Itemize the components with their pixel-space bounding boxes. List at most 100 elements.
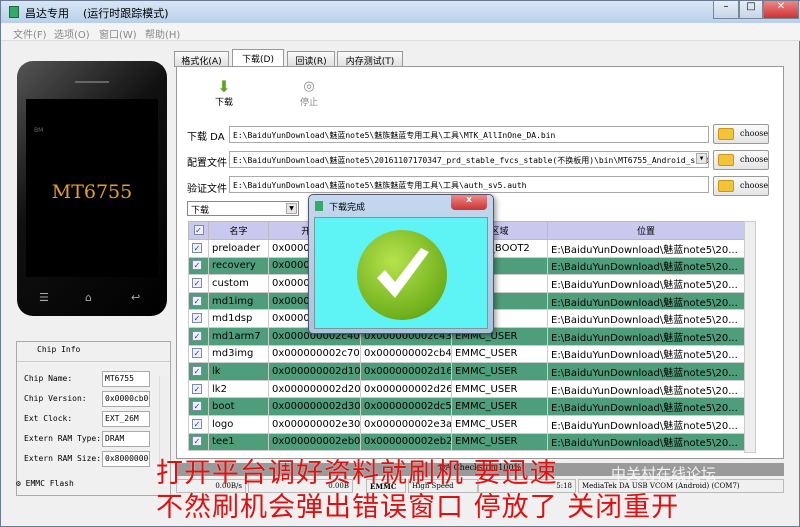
download-button[interactable]: ⬇ 下载 <box>206 79 242 109</box>
menu-window[interactable]: 窗口(W) <box>99 26 137 41</box>
annotation-line-2: 不然刷机会弹出错误窗口 停放了 关闭重开 <box>156 492 680 523</box>
cell-region: EMMC_USER <box>451 432 548 452</box>
download-complete-dialog: 下载完成 x <box>308 194 494 334</box>
select-all-checkbox[interactable]: ✓ <box>188 221 209 240</box>
row-checkbox[interactable]: ✓ <box>188 362 209 381</box>
row-checkbox[interactable]: ✓ <box>188 379 209 399</box>
row-checkbox[interactable]: ✓ <box>188 344 209 364</box>
cell-start: 0x000000002eb00000 <box>268 432 361 452</box>
tab-readback[interactable]: 回读(R) <box>287 51 335 67</box>
col-location[interactable]: 位置 <box>547 221 745 240</box>
stop-button[interactable]: ◎ 停止 <box>291 79 327 108</box>
tab-memory-test[interactable]: 内存测试(T) <box>337 51 403 67</box>
table-row[interactable]: ✓ tee10x000000002eb000000x000000002eb2b29… <box>188 432 745 452</box>
scatter-path-value: E:\BaiduYunDownload\魅蓝note5\201611071703… <box>233 156 709 165</box>
ram-size-label: Extern RAM Size: <box>24 454 102 463</box>
chip-version-field[interactable]: 0x0000cb00 <box>102 391 150 407</box>
scatter-label: 配置文件 <box>187 158 227 169</box>
cell-end: 0x000000002cb4e14f <box>360 344 452 364</box>
maximize-button[interactable]: □ <box>739 1 763 19</box>
phone-model: MT6755 <box>51 181 133 203</box>
chip-info-panel: Chip Info Chip Name: MT6755 Chip Version… <box>16 341 171 496</box>
cell-location: E:\BaiduYunDownload\魅蓝note5\20... <box>547 256 745 276</box>
checkbox-checked-icon[interactable]: ✓ <box>192 401 202 412</box>
cell-location: E:\BaiduYunDownload\魅蓝note5\20... <box>547 344 745 364</box>
table-row[interactable]: ✓ boot0x000000002d3000000x000000002dc5637… <box>188 397 745 416</box>
minimize-button[interactable]: – <box>713 1 739 19</box>
checkbox-checked-icon[interactable]: ✓ <box>192 330 202 341</box>
ram-size-field[interactable]: 0x80000000 <box>102 451 150 467</box>
chevron-down-icon[interactable]: ▼ <box>286 203 297 214</box>
cell-end: 0x000000002d163aaf <box>360 362 452 381</box>
choose-da-button[interactable]: choose <box>713 124 769 144</box>
checkbox-checked-icon[interactable]: ✓ <box>192 260 202 271</box>
row-checkbox[interactable]: ✓ <box>188 274 209 293</box>
table-row[interactable]: ✓lk0x000000002d1000000x000000002d163aafE… <box>188 362 745 381</box>
ram-type-label: Extern RAM Type: <box>24 434 102 443</box>
checkbox-checked-icon[interactable]: ✓ <box>192 242 202 253</box>
table-scrollbar[interactable] <box>744 221 756 453</box>
checkbox-checked-icon[interactable]: ✓ <box>192 313 202 324</box>
ram-type-field[interactable]: DRAM <box>102 431 150 447</box>
scatter-path-select[interactable]: E:\BaiduYunDownload\魅蓝note5\201611071703… <box>229 151 709 168</box>
cell-location: E:\BaiduYunDownload\魅蓝note5\20... <box>547 362 745 381</box>
chevron-down-icon[interactable]: ▼ <box>696 153 707 164</box>
table-row[interactable]: ✓ lk20x000000002d2000000x000000002d263aaf… <box>188 379 745 399</box>
cell-end: 0x000000002eb2b29f <box>360 432 452 452</box>
cell-start: 0x000000002d100000 <box>268 362 361 381</box>
emmc-flash-section[interactable]: ⚙ EMMC Flash <box>16 479 74 488</box>
menu-key-icon: ☰ <box>39 291 49 304</box>
app-window: 昌达专用 (运行时跟踪模式) – □ ✕ 文件(F) 选项(O) 窗口(W) 帮… <box>0 0 800 527</box>
cell-location: E:\BaiduYunDownload\魅蓝note5\20... <box>547 326 745 346</box>
mode-select[interactable]: 下载 ▼ <box>187 201 299 216</box>
chip-name-field[interactable]: MT6755 <box>102 371 150 387</box>
checkbox-checked-icon[interactable]: ✓ <box>192 295 202 306</box>
cell-region: EMMC_USER <box>451 344 548 364</box>
choose-scatter-button[interactable]: choose <box>713 150 769 170</box>
cell-location: E:\BaiduYunDownload\魅蓝note5\20... <box>547 414 745 434</box>
choose-auth-button[interactable]: choose <box>713 176 769 196</box>
checkbox-checked-icon[interactable]: ✓ <box>192 436 202 447</box>
back-key-icon: ↩ <box>131 291 141 304</box>
dialog-title: 下载完成 <box>329 203 366 213</box>
da-path-input[interactable]: E:\BaiduYunDownload\魅蓝note5\魅族魅蓝专用工具\工具\… <box>229 126 709 143</box>
row-checkbox[interactable]: ✓ <box>188 239 209 258</box>
checkbox-checked-icon[interactable]: ✓ <box>192 418 202 429</box>
table-row[interactable]: ✓ logo0x000000002e3000000x000000002e3a327… <box>188 414 745 434</box>
checkbox-checked-icon[interactable]: ✓ <box>192 277 202 288</box>
cell-name: md1arm7 <box>208 326 269 346</box>
table-row[interactable]: ✓ md3img0x000000002c7000000x000000002cb4e… <box>188 344 745 364</box>
da-label: 下载 DA <box>187 132 225 143</box>
menu-options[interactable]: 选项(O) <box>54 26 90 41</box>
ext-clock-field[interactable]: EXT_26M <box>102 411 150 427</box>
cell-end: 0x000000002dc5637f <box>360 397 452 416</box>
cell-name: md1img <box>208 291 269 311</box>
col-name[interactable]: 名字 <box>208 221 269 240</box>
stop-icon: ◎ <box>303 79 315 94</box>
close-button[interactable]: ✕ <box>763 1 799 19</box>
tab-download[interactable]: 下载(D) <box>232 49 284 67</box>
auth-path-input[interactable]: E:\BaiduYunDownload\魅蓝note5\魅族魅蓝专用工具\工具\… <box>229 176 709 193</box>
cell-region: EMMC_USER <box>451 397 548 416</box>
row-checkbox[interactable]: ✓ <box>188 397 209 416</box>
row-checkbox[interactable]: ✓ <box>188 432 209 452</box>
dialog-body <box>314 217 488 329</box>
emmc-flash-label: EMMC Flash <box>25 479 74 488</box>
menu-file[interactable]: 文件(F) <box>13 26 47 41</box>
row-checkbox[interactable]: ✓ <box>188 326 209 346</box>
checkbox-checked-icon[interactable]: ✓ <box>192 348 202 359</box>
row-checkbox[interactable]: ✓ <box>188 414 209 434</box>
cell-name: recovery <box>208 256 269 276</box>
chip-version-label: Chip Version: <box>24 394 87 403</box>
row-checkbox[interactable]: ✓ <box>188 256 209 276</box>
row-checkbox[interactable]: ✓ <box>188 309 209 328</box>
checkbox-checked-icon[interactable]: ✓ <box>192 383 202 394</box>
tab-format[interactable]: 格式化(A) <box>174 51 229 67</box>
phone-screen: BM MT6755 <box>26 99 158 277</box>
cell-start: 0x000000002c700000 <box>268 344 361 364</box>
menu-help[interactable]: 帮助(H) <box>145 26 180 41</box>
dialog-close-button[interactable]: x <box>451 195 487 210</box>
checkbox-checked-icon[interactable]: ✓ <box>192 365 202 376</box>
cell-name: custom <box>208 274 269 293</box>
row-checkbox[interactable]: ✓ <box>188 291 209 311</box>
